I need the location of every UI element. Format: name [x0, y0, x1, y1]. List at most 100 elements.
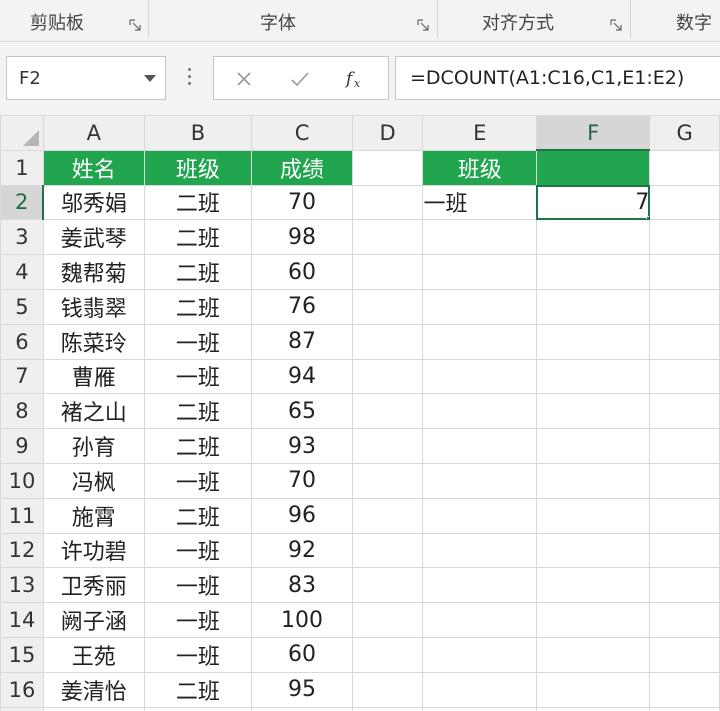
criteria-header-cell[interactable]: 班级: [422, 149, 537, 186]
class-cell[interactable]: 二班: [143, 184, 253, 221]
cell[interactable]: [422, 636, 537, 673]
name-box[interactable]: F2: [6, 56, 166, 100]
clipboard-group[interactable]: 剪贴板: [0, 0, 148, 42]
chevron-down-icon[interactable]: [144, 75, 156, 82]
name-cell[interactable]: 褚之山: [42, 393, 145, 430]
column-header-c[interactable]: C: [251, 115, 353, 151]
cell[interactable]: [351, 358, 424, 395]
class-cell[interactable]: 一班: [143, 636, 253, 673]
cell[interactable]: [535, 219, 651, 256]
column-header-a[interactable]: A: [42, 115, 145, 151]
cell[interactable]: [649, 358, 720, 395]
number-group[interactable]: 数字: [631, 0, 720, 42]
cell[interactable]: [649, 393, 720, 430]
score-cell[interactable]: 95: [251, 671, 353, 708]
cell[interactable]: [535, 567, 651, 604]
fill-handle[interactable]: [646, 216, 649, 219]
name-cell[interactable]: 姜清怡: [42, 671, 145, 708]
cell[interactable]: [535, 636, 651, 673]
column-header-g[interactable]: G: [649, 115, 720, 151]
class-cell[interactable]: 二班: [143, 671, 253, 708]
row-header[interactable]: 16: [0, 671, 44, 708]
name-cell[interactable]: 姜武琴: [42, 219, 145, 256]
criteria-value-cell[interactable]: 一班: [422, 184, 537, 221]
score-cell[interactable]: 83: [251, 567, 353, 604]
cell[interactable]: [422, 393, 537, 430]
cell[interactable]: [649, 532, 720, 569]
cell[interactable]: [649, 706, 720, 711]
cell[interactable]: [535, 149, 651, 186]
row-header[interactable]: 13: [0, 567, 44, 604]
fx-icon[interactable]: fx: [345, 67, 369, 91]
column-header-f[interactable]: F: [535, 115, 651, 152]
name-cell[interactable]: 阙子涵: [42, 602, 145, 638]
drag-handle-icon[interactable]: [188, 68, 192, 90]
cell[interactable]: [649, 254, 720, 290]
cell[interactable]: [422, 219, 537, 256]
cell[interactable]: [351, 671, 424, 708]
class-cell[interactable]: 二班: [143, 428, 253, 464]
row-header[interactable]: 12: [0, 532, 44, 569]
cell[interactable]: [649, 497, 720, 534]
cell[interactable]: [422, 706, 537, 711]
cell[interactable]: [535, 497, 651, 534]
row-header[interactable]: 8: [0, 393, 44, 430]
cell[interactable]: [351, 462, 424, 499]
cell[interactable]: [422, 254, 537, 290]
cell[interactable]: [649, 602, 720, 638]
name-cell[interactable]: 冯枫: [42, 462, 145, 499]
cell[interactable]: [535, 393, 651, 430]
column-header-e[interactable]: E: [422, 115, 537, 151]
row-header[interactable]: 10: [0, 462, 44, 499]
cell[interactable]: [535, 323, 651, 360]
cell[interactable]: [649, 567, 720, 604]
score-cell[interactable]: 60: [251, 636, 353, 673]
class-cell[interactable]: 二班: [143, 219, 253, 256]
cell[interactable]: [351, 323, 424, 360]
cell[interactable]: [422, 288, 537, 325]
cell[interactable]: [422, 567, 537, 604]
class-cell[interactable]: 二班: [143, 288, 253, 325]
row-header[interactable]: 5: [0, 288, 44, 325]
cell[interactable]: [351, 602, 424, 638]
formula-input[interactable]: =DCOUNT(A1:C16,C1,E1:E2): [395, 56, 720, 100]
name-cell[interactable]: 卫秀丽: [42, 567, 145, 604]
class-cell[interactable]: 一班: [143, 602, 253, 638]
class-cell[interactable]: 一班: [143, 323, 253, 360]
score-cell[interactable]: 65: [251, 393, 353, 430]
row-header[interactable]: 11: [0, 497, 44, 534]
cell[interactable]: [649, 323, 720, 360]
name-cell[interactable]: 许功碧: [42, 532, 145, 569]
cell[interactable]: [351, 254, 424, 290]
font-group[interactable]: 字体: [149, 0, 437, 42]
row-header[interactable]: 7: [0, 358, 44, 395]
header-cell-name[interactable]: 姓名: [42, 149, 145, 186]
cell[interactable]: [422, 428, 537, 464]
cell[interactable]: [422, 462, 537, 499]
cell[interactable]: [422, 602, 537, 638]
name-cell[interactable]: 魏帮菊: [42, 254, 145, 290]
score-cell[interactable]: 92: [251, 532, 353, 569]
cell[interactable]: [535, 462, 651, 499]
check-icon[interactable]: [288, 67, 312, 91]
score-cell[interactable]: 94: [251, 358, 353, 395]
cell[interactable]: [422, 358, 537, 395]
header-cell-score[interactable]: 成绩: [251, 149, 353, 186]
class-cell[interactable]: 一班: [143, 358, 253, 395]
select-all-button[interactable]: [0, 115, 44, 151]
row-header[interactable]: 15: [0, 636, 44, 673]
cell[interactable]: [649, 288, 720, 325]
cell[interactable]: [351, 428, 424, 464]
score-cell[interactable]: 93: [251, 428, 353, 464]
cell[interactable]: [351, 184, 424, 221]
dialog-launcher-icon[interactable]: [129, 19, 141, 31]
cell[interactable]: [351, 706, 424, 711]
cell[interactable]: [351, 636, 424, 673]
cell[interactable]: [422, 671, 537, 708]
score-cell[interactable]: 98: [251, 219, 353, 256]
row-header[interactable]: 4: [0, 254, 44, 290]
dialog-launcher-icon[interactable]: [417, 19, 429, 31]
score-cell[interactable]: 70: [251, 184, 353, 221]
class-cell[interactable]: 一班: [143, 532, 253, 569]
cell[interactable]: [351, 567, 424, 604]
